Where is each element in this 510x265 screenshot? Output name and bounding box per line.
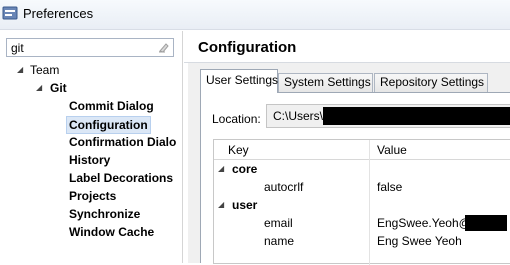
title-bar: Preferences: [0, 0, 510, 30]
tab-repository-settings[interactable]: Repository Settings: [374, 73, 488, 92]
table-row[interactable]: autocrlf false: [214, 178, 510, 196]
tab-user-settings[interactable]: User Settings: [200, 69, 278, 93]
column-header-key[interactable]: Key: [228, 143, 249, 157]
config-key: autocrlf: [264, 180, 304, 194]
clear-filter-icon[interactable]: [157, 41, 170, 54]
tree-item-label: Confirmation Dialo: [69, 135, 177, 149]
tree-label-team: Team: [30, 63, 60, 77]
tree-label-git: Git: [50, 81, 67, 95]
preference-page: Configuration User Settings System Setti…: [184, 31, 510, 265]
config-value: Eng Swee Yeoh: [377, 234, 462, 248]
section-name: user: [232, 198, 258, 212]
tree-item-label-selected: Configuration: [66, 116, 151, 134]
page-title: Configuration: [198, 39, 297, 56]
preferences-navigation-pane: ◢ Team ◢ Git Commit Dialog Configuration…: [0, 31, 183, 263]
tab-system-settings[interactable]: System Settings: [278, 73, 373, 92]
filter-box[interactable]: [6, 38, 174, 57]
tree-item-label: Commit Dialog: [69, 99, 154, 113]
config-key: email: [264, 216, 293, 230]
tree-item-label: Synchronize: [69, 207, 141, 221]
table-row[interactable]: email EngSwee.Yeoh@: [214, 214, 510, 232]
user-settings-panel: Location: C:\Users\ Key Value ◢ core aut…: [200, 92, 510, 265]
redaction-bar: [323, 107, 510, 125]
expanded-triangle-icon[interactable]: ◢: [36, 79, 42, 97]
table-row-user[interactable]: ◢ user: [214, 196, 510, 214]
tree-item-label: History: [69, 153, 111, 167]
window-title: Preferences: [23, 6, 94, 21]
location-label: Location:: [212, 112, 261, 126]
location-value: C:\Users\: [273, 109, 324, 123]
config-value: EngSwee.Yeoh@: [377, 216, 471, 230]
redaction-bar: [465, 215, 507, 231]
table-row-core[interactable]: ◢ core: [214, 160, 510, 178]
eclipse-preferences-icon: [2, 6, 18, 20]
tree-item-label: Label Decorations: [69, 171, 174, 185]
column-header-value[interactable]: Value: [377, 143, 407, 157]
page-content: User Settings System Settings Repository…: [188, 63, 510, 265]
section-name: core: [232, 162, 258, 176]
table-header: Key Value: [214, 140, 510, 160]
expanded-triangle-icon[interactable]: ◢: [218, 196, 224, 214]
table-row[interactable]: name Eng Swee Yeoh: [214, 232, 510, 250]
filter-input[interactable]: [7, 39, 147, 56]
expanded-triangle-icon[interactable]: ◢: [218, 160, 224, 178]
tree-item-label: Projects: [69, 189, 117, 203]
tree-item-label: Window Cache: [69, 225, 155, 239]
config-table: Key Value ◢ core autocrlf false ◢ user e…: [213, 139, 510, 265]
config-key: name: [264, 234, 295, 248]
expanded-triangle-icon[interactable]: ◢: [17, 61, 23, 79]
location-field[interactable]: C:\Users\: [266, 104, 510, 128]
config-value: false: [377, 180, 403, 194]
